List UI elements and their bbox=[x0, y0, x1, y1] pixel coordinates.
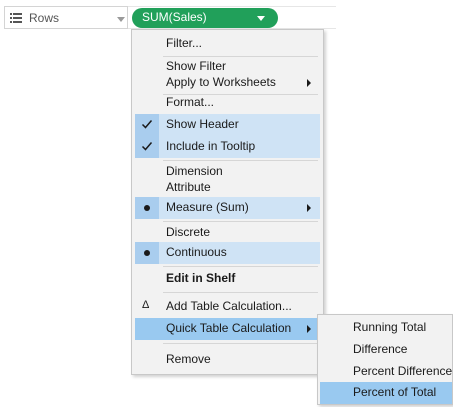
menu-item-measure-sum[interactable]: Measure (Sum) bbox=[135, 197, 320, 219]
rows-shelf-label: Rows bbox=[29, 11, 60, 25]
chevron-down-icon[interactable] bbox=[117, 17, 125, 22]
menu-separator bbox=[163, 343, 318, 344]
menu-item-edit-in-shelf[interactable]: Edit in Shelf bbox=[135, 268, 320, 290]
chevron-right-icon bbox=[307, 204, 311, 212]
rows-list-icon bbox=[10, 13, 22, 23]
menu-item-include-in-tooltip[interactable]: Include in Tooltip bbox=[135, 136, 320, 158]
bullet-dot-icon bbox=[144, 205, 150, 211]
submenu-item-percent-difference[interactable]: Percent Difference bbox=[320, 361, 452, 383]
menu-item-add-table-calculation[interactable]: Δ Add Table Calculation... bbox=[135, 296, 320, 318]
submenu-item-difference[interactable]: Difference bbox=[320, 339, 452, 361]
check-icon bbox=[141, 120, 153, 129]
menu-item-remove[interactable]: Remove bbox=[135, 349, 320, 371]
menu-separator bbox=[163, 292, 318, 293]
delta-icon: Δ bbox=[142, 299, 150, 311]
pill-label: SUM(Sales) bbox=[142, 10, 207, 24]
menu-separator bbox=[163, 266, 318, 267]
check-icon bbox=[141, 142, 153, 151]
menu-item-format[interactable]: Format... bbox=[135, 92, 320, 114]
menu-item-show-header[interactable]: Show Header bbox=[135, 114, 320, 136]
quick-table-calculation-submenu: Running Total Difference Percent Differe… bbox=[317, 314, 453, 405]
sum-sales-pill[interactable]: SUM(Sales) bbox=[132, 8, 278, 28]
rows-shelf[interactable]: Rows bbox=[4, 6, 128, 29]
menu-item-attribute[interactable]: Attribute bbox=[135, 177, 320, 199]
chevron-right-icon bbox=[307, 79, 311, 87]
submenu-item-percent-of-total[interactable]: Percent of Total bbox=[320, 382, 452, 404]
menu-item-quick-table-calculation[interactable]: Quick Table Calculation bbox=[135, 318, 320, 340]
menu-item-continuous[interactable]: Continuous bbox=[135, 242, 320, 264]
menu-item-apply-to-worksheets[interactable]: Apply to Worksheets bbox=[135, 72, 320, 94]
menu-item-discrete[interactable]: Discrete bbox=[135, 222, 320, 244]
chevron-right-icon bbox=[307, 325, 311, 333]
menu-item-filter[interactable]: Filter... bbox=[135, 33, 320, 55]
pill-context-menu: Filter... Show Filter Apply to Worksheet… bbox=[131, 29, 324, 375]
submenu-item-running-total[interactable]: Running Total bbox=[320, 317, 452, 339]
bullet-dot-icon bbox=[144, 250, 150, 256]
pill-dropdown-icon[interactable] bbox=[257, 16, 265, 21]
